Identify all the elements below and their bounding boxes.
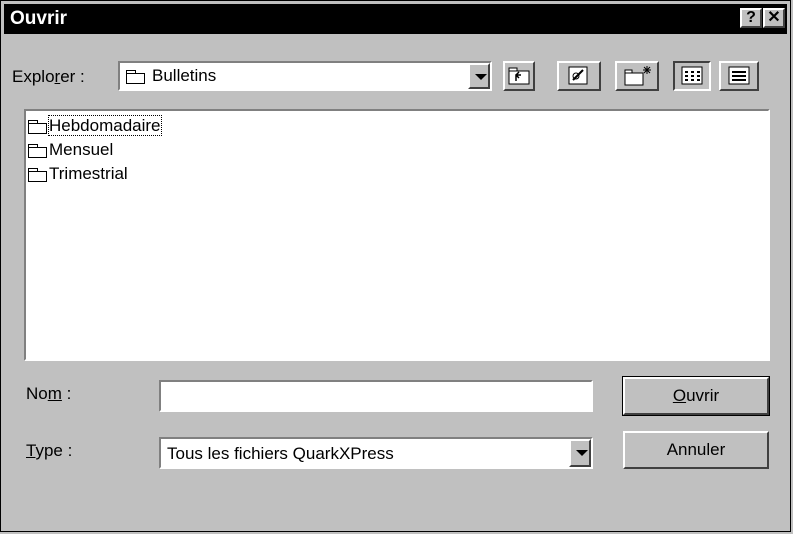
explorer-label-part: Explo [12, 67, 55, 86]
open-dialog: Ouvrir ? ✕ Explorer : Bulletins Hebdomad… [0, 0, 791, 532]
window-title: Ouvrir [10, 8, 68, 29]
name-label: Nom : [26, 384, 71, 404]
title-bar[interactable]: Ouvrir ? ✕ [4, 4, 787, 34]
name-label-part: No [26, 384, 48, 403]
filetype-value: Tous les fichiers QuarkXPress [167, 444, 394, 463]
file-list[interactable]: Hebdomadaire Mensuel Trimestrial [24, 109, 770, 361]
list-view-icon [681, 66, 703, 85]
details-view-button[interactable] [719, 61, 759, 91]
new-folder-button[interactable] [615, 61, 659, 91]
list-item[interactable]: Hebdomadaire [28, 115, 162, 137]
open-button-label: Ouvrir [625, 379, 767, 412]
cancel-button-label: Annuler [666, 440, 726, 459]
explorer-label: Explorer : [12, 67, 85, 87]
type-label-part: ype : [35, 441, 73, 460]
cancel-button[interactable]: Annuler [623, 431, 769, 469]
name-label-part: : [61, 384, 72, 403]
list-item[interactable]: Mensuel [28, 139, 113, 161]
close-button[interactable]: ✕ [763, 8, 785, 28]
explorer-label-part: er : [60, 67, 85, 86]
folder-icon [28, 120, 47, 135]
list-item[interactable]: Trimestrial [28, 163, 128, 185]
open-access-key: O [672, 386, 687, 405]
filetype-combo[interactable]: Tous les fichiers QuarkXPress [159, 437, 593, 469]
new-folder-icon [624, 66, 651, 86]
up-folder-button[interactable] [503, 61, 535, 91]
file-name: Mensuel [49, 140, 114, 159]
name-label-access: m [47, 384, 62, 403]
chevron-down-icon[interactable] [468, 63, 490, 89]
file-name: Hebdomadaire [48, 115, 162, 136]
chevron-down-icon[interactable] [569, 439, 591, 467]
list-view-button[interactable] [673, 61, 711, 91]
file-name: Trimestrial [49, 164, 128, 183]
desktop-button[interactable] [557, 61, 601, 91]
desktop-icon [568, 66, 588, 85]
help-button[interactable]: ? [740, 8, 762, 28]
open-button[interactable]: Ouvrir [622, 376, 770, 416]
folder-combo[interactable]: Bulletins [118, 61, 492, 91]
folder-icon [28, 144, 47, 159]
filename-input[interactable] [159, 380, 593, 412]
current-folder: Bulletins [152, 66, 217, 85]
details-view-icon [728, 66, 750, 85]
open-label-rest: uvrir [686, 386, 720, 405]
folder-icon [28, 168, 47, 183]
up-folder-icon [508, 67, 530, 85]
type-label: Type : [26, 441, 72, 461]
open-folder-icon [126, 70, 145, 85]
